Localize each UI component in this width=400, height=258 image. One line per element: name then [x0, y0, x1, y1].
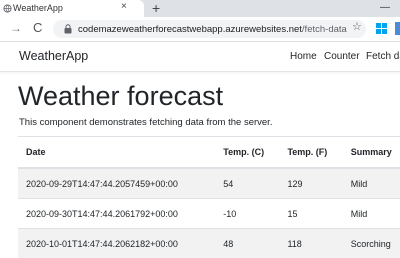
- cell-date: 2020-09-29T14:47:44.2057459+00:00: [18, 168, 223, 199]
- extension-icon[interactable]: [375, 22, 388, 35]
- lock-icon: [64, 24, 72, 34]
- browser-toolbar: → C codemazeweatherforecastwebapp.azurew…: [0, 17, 400, 42]
- nav-link-home[interactable]: Home: [290, 51, 317, 62]
- cell-date: 2020-10-01T14:47:44.2062182+00:00: [18, 229, 223, 258]
- column-header-temp-f: Temp. (F): [287, 137, 350, 169]
- cell-temp-c: 54: [223, 168, 287, 199]
- page-title: Weather forecast: [18, 79, 223, 113]
- cell-temp-f: 15: [287, 199, 350, 229]
- column-header-summary: Summary: [351, 137, 400, 169]
- table-header-row: Date Temp. (C) Temp. (F) Summary: [18, 137, 400, 169]
- column-header-date: Date: [18, 137, 223, 169]
- navbar-brand[interactable]: WeatherApp: [19, 49, 88, 63]
- cell-temp-f: 118: [287, 229, 350, 258]
- nav-link-counter[interactable]: Counter: [324, 51, 360, 62]
- bookmark-star-icon[interactable]: ☆: [352, 20, 362, 33]
- close-tab-icon[interactable]: ×: [121, 1, 127, 12]
- forward-button[interactable]: →: [10, 21, 22, 35]
- cell-temp-c: -10: [223, 199, 287, 229]
- page-description: This component demonstrates fetching dat…: [19, 117, 272, 128]
- cell-temp-f: 129: [287, 168, 350, 199]
- cell-summary: Mild: [351, 168, 400, 199]
- nav-link-fetch-data[interactable]: Fetch da: [366, 51, 400, 62]
- extension-icon-2[interactable]: [395, 22, 400, 35]
- cell-summary: Scorching: [351, 229, 400, 258]
- table-row: 2020-09-29T14:47:44.2057459+00:00 54 129…: [18, 168, 400, 199]
- reload-button[interactable]: C: [33, 20, 42, 35]
- forecast-table: Date Temp. (C) Temp. (F) Summary 2020-09…: [18, 136, 400, 258]
- minimize-window-button[interactable]: —: [380, 2, 390, 13]
- app-navbar: WeatherApp Home Counter Fetch da: [0, 42, 400, 72]
- url-path: /fetch-data: [302, 24, 347, 35]
- url-text: codemazeweatherforecastwebapp.azurewebsi…: [78, 24, 347, 35]
- cell-date: 2020-09-30T14:47:44.2061792+00:00: [18, 199, 223, 229]
- browser-tab-strip: WeatherApp × + —: [0, 0, 400, 17]
- cell-temp-c: 48: [223, 229, 287, 258]
- tab-title: WeatherApp: [13, 3, 63, 13]
- column-header-temp-c: Temp. (C): [223, 137, 287, 169]
- table-row: 2020-09-30T14:47:44.2061792+00:00 -10 15…: [18, 199, 400, 229]
- url-host: codemazeweatherforecastwebapp.azurewebsi…: [78, 24, 302, 35]
- table-row: 2020-10-01T14:47:44.2062182+00:00 48 118…: [18, 229, 400, 258]
- browser-tab[interactable]: WeatherApp ×: [0, 0, 144, 17]
- new-tab-button[interactable]: +: [152, 0, 160, 16]
- globe-icon: [3, 4, 12, 13]
- address-bar[interactable]: codemazeweatherforecastwebapp.azurewebsi…: [53, 20, 366, 38]
- cell-summary: Mild: [351, 199, 400, 229]
